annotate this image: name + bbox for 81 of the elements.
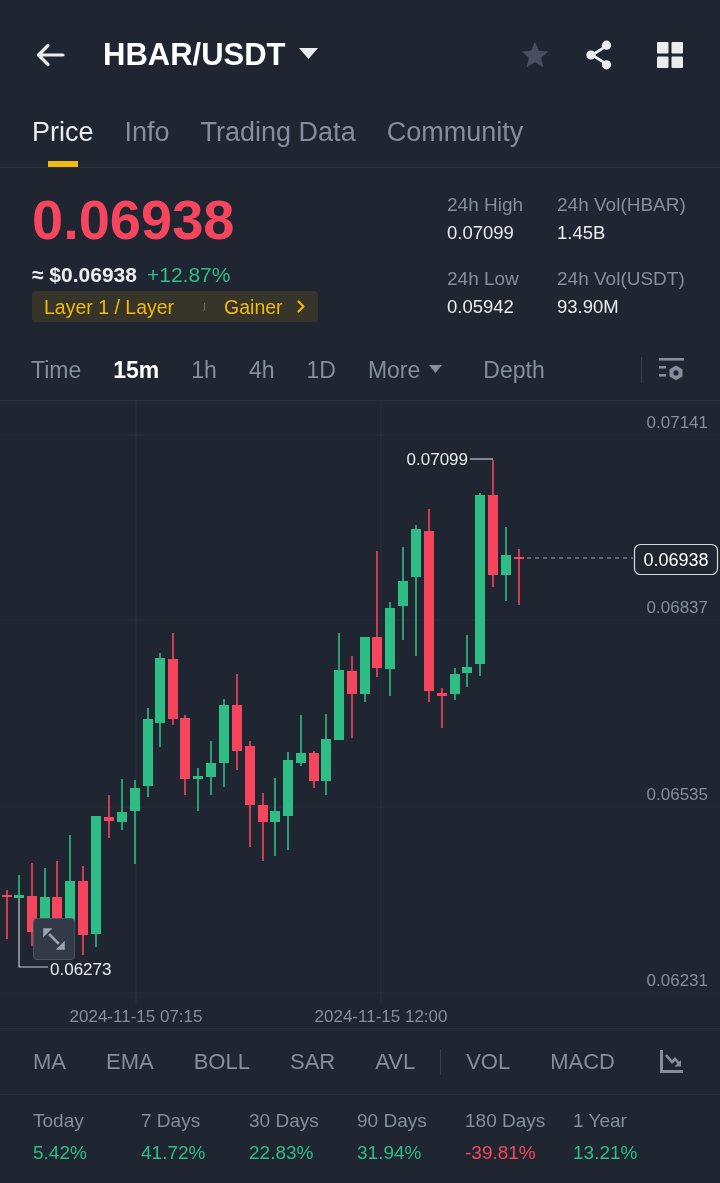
star-icon[interactable] (520, 40, 550, 70)
line-chart-icon[interactable] (660, 1050, 683, 1073)
tab[interactable]: Community (386, 110, 524, 167)
indicator-tab[interactable]: EMA (106, 1048, 154, 1075)
stat-value: 1.45B (557, 221, 606, 245)
leader-line (18, 898, 49, 968)
candle (117, 778, 127, 831)
indicator-tab[interactable]: MA (33, 1048, 66, 1075)
indicator-tab[interactable]: BOLL (193, 1048, 250, 1075)
period-label: 180 Days (465, 1109, 546, 1133)
stat-label: 24h Vol(USDT) (557, 267, 685, 291)
period-label: 7 Days (141, 1109, 201, 1133)
high-price-label: 0.07099 (406, 450, 468, 469)
stat-label: 24h Vol(HBAR) (557, 193, 686, 217)
period-change: 22.83% (249, 1141, 314, 1165)
stat-label: 24h Low (447, 267, 519, 291)
price-axis-label: 0.06837 (646, 598, 708, 617)
candle (450, 667, 460, 701)
candle (193, 767, 203, 812)
candle (104, 794, 114, 839)
grid-icon[interactable] (657, 42, 683, 68)
category-tag[interactable]: Layer 1 / Layer (44, 294, 175, 319)
candle (437, 687, 447, 729)
chevron-right-icon[interactable] (296, 300, 305, 313)
period-label: 30 Days (249, 1109, 319, 1133)
time-axis-label: 2024-11-15 12:00 (314, 1007, 448, 1026)
leader-line (469, 458, 494, 460)
stat-value: 0.07099 (447, 221, 514, 245)
period-change: 41.72% (141, 1141, 206, 1165)
stat-value: 0.05942 (447, 295, 514, 319)
indicator-tab[interactable]: VOL (466, 1048, 511, 1075)
share-icon[interactable] (585, 40, 613, 70)
interval-tab[interactable]: 15m (113, 356, 160, 384)
indicator-tab[interactable]: AVL (375, 1048, 416, 1075)
price-change: +12.87% (146, 262, 231, 288)
period-change: 13.21% (573, 1141, 638, 1165)
fiat-price: ≈ $0.06938 (32, 262, 137, 288)
candle (296, 714, 306, 767)
period-label: 90 Days (357, 1109, 427, 1133)
chart-settings-icon[interactable] (659, 357, 684, 383)
last-price-tag: 0.06938 (633, 543, 719, 576)
candle (309, 750, 319, 789)
candle (14, 874, 24, 900)
low-price-label: 0.06273 (50, 960, 112, 979)
interval-tab[interactable]: Time (31, 356, 82, 384)
last-price: 0.06938 (32, 192, 235, 248)
stat-value: 93.90M (557, 295, 619, 319)
candle (2, 889, 12, 940)
caret-icon (298, 47, 318, 59)
price-axis-label: 0.07141 (646, 413, 708, 432)
tab[interactable]: Price (32, 110, 94, 167)
tab[interactable]: Trading Data (200, 110, 356, 167)
candle (462, 634, 472, 688)
price-axis-label: 0.06535 (646, 785, 708, 804)
stat-label: 24h High (447, 193, 524, 217)
back-arrow-icon[interactable] (35, 42, 65, 68)
category-tag-bar[interactable]: Layer 1 / Layer Gainer (32, 291, 318, 322)
pair-selector[interactable]: HBAR/USDT (103, 37, 318, 73)
period-label: 1 Year (573, 1109, 627, 1133)
price-axis-label: 0.06231 (646, 971, 708, 990)
caret-icon (429, 364, 443, 373)
expand-icon (41, 926, 67, 952)
expand-chart-button[interactable] (33, 918, 75, 960)
indicator-tab[interactable]: MACD (550, 1048, 615, 1075)
candle (206, 740, 216, 796)
interval-dropdown[interactable]: More (367, 356, 443, 384)
candle (360, 636, 370, 703)
period-label: Today (33, 1109, 84, 1133)
interval-tab[interactable]: 4h (248, 356, 275, 384)
candle (258, 792, 268, 862)
period-change: -39.81% (465, 1141, 536, 1165)
time-axis-label: 2024-11-15 07:15 (69, 1007, 203, 1026)
indicator-tab[interactable]: SAR (289, 1048, 336, 1075)
interval-tab[interactable]: 1D (306, 356, 336, 384)
candle (514, 548, 524, 606)
tab[interactable]: Info (124, 110, 170, 167)
interval-tab[interactable]: 1h (191, 356, 217, 384)
category-tag[interactable]: Gainer (224, 294, 283, 319)
period-change: 5.42% (33, 1141, 87, 1165)
period-change: 31.94% (357, 1141, 422, 1165)
interval-tab[interactable]: Depth (483, 356, 545, 384)
